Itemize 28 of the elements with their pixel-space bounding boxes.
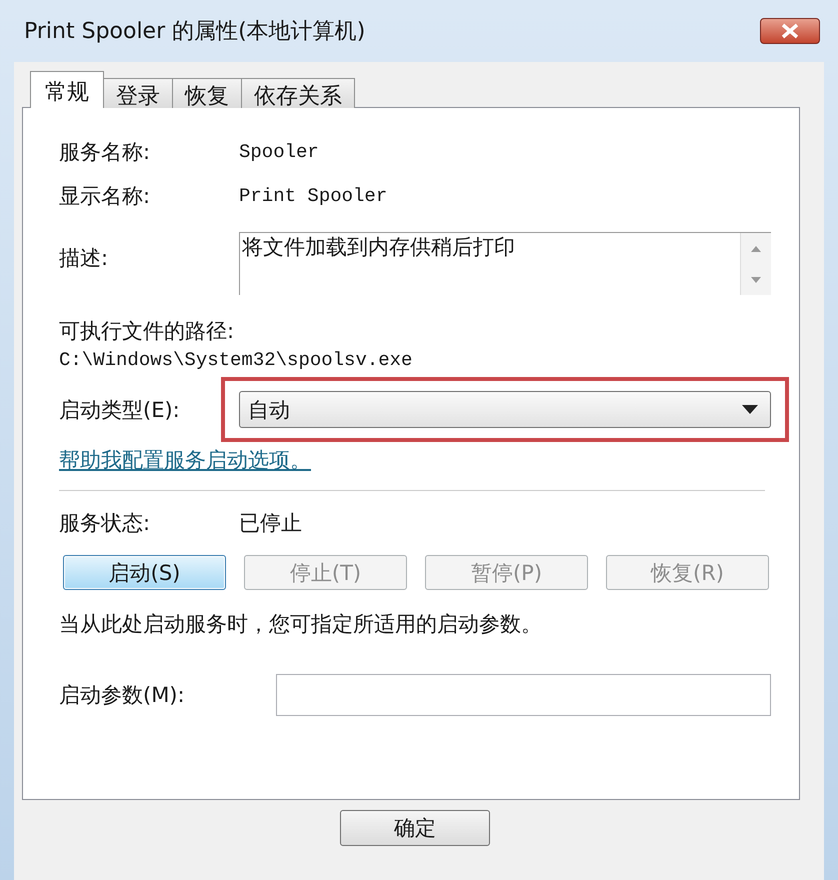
startup-type-dropdown[interactable]: 自动 [239,391,771,428]
field-label: 可执行文件的路径: [59,318,234,345]
field-label: 显示名称: [59,183,152,210]
close-button[interactable] [760,18,820,44]
tab[interactable]: 常规 [30,71,104,108]
tab[interactable]: 登录 [103,78,173,108]
field-label: 启动参数(M): [59,682,186,709]
status-value: 已停止 [239,510,302,537]
window-title: Print Spooler 的属性(本地计算机) [24,18,366,46]
ok-button[interactable]: 确定 [340,810,490,846]
start-parameters-field[interactable] [276,674,771,716]
scroll-up-icon[interactable] [750,244,762,252]
field-label: 启动类型(E): [59,396,181,424]
tab[interactable]: 恢复 [172,78,242,108]
service-name-value: Spooler [239,141,319,163]
description-box: 将文件加载到内存供稍后打印 [239,232,771,295]
caret-icon [742,405,758,414]
scroll-down-icon[interactable] [750,276,762,284]
close-icon [779,23,801,39]
tab[interactable]: 依存关系 [241,78,355,108]
service-button[interactable]: 启动(S) [63,555,226,590]
note-text: 当从此处启动服务时，您可指定所适用的启动参数。 [59,611,542,638]
field-label: 服务状态: [59,510,152,537]
help-link[interactable]: 帮助我配置服务启动选项。 [59,446,311,474]
field-label: 描述: [59,245,110,272]
path-value: C:\Windows\System32\spoolsv.exe [59,349,412,371]
display-name-value: Print Spooler [239,185,388,207]
field-label: 服务名称: [59,139,152,166]
